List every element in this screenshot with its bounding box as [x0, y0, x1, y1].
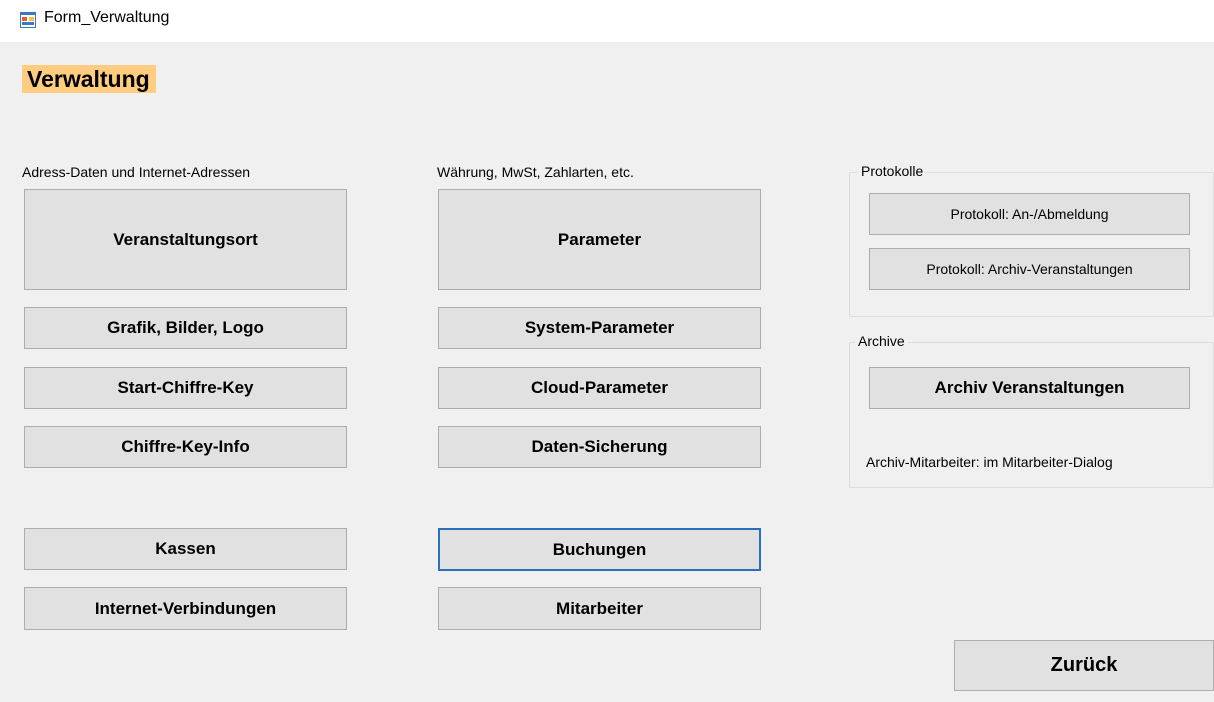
archiv-mitarbeiter-note: Archiv-Mitarbeiter: im Mitarbeiter-Dialo… — [866, 454, 1113, 470]
system-parameter-button[interactable]: System-Parameter — [438, 307, 761, 349]
archiv-veranstaltungen-button[interactable]: Archiv Veranstaltungen — [869, 367, 1190, 409]
daten-sicherung-button[interactable]: Daten-Sicherung — [438, 426, 761, 468]
app-icon — [20, 12, 36, 28]
archive-caption: Archive — [855, 333, 908, 349]
buchungen-button[interactable]: Buchungen — [438, 528, 761, 571]
page-title: Verwaltung — [22, 65, 156, 93]
address-section-label: Adress-Daten und Internet-Adressen — [22, 164, 251, 180]
currency-section-label: Währung, MwSt, Zahlarten, etc. — [437, 164, 634, 180]
protokoll-anmeldung-button[interactable]: Protokoll: An-/Abmeldung — [869, 193, 1190, 235]
chiffre-key-info-button[interactable]: Chiffre-Key-Info — [24, 426, 347, 468]
protokolle-caption: Protokolle — [858, 163, 927, 179]
start-chiffre-key-button[interactable]: Start-Chiffre-Key — [24, 367, 347, 409]
grafik-bilder-logo-button[interactable]: Grafik, Bilder, Logo — [24, 307, 347, 349]
parameter-button[interactable]: Parameter — [438, 189, 761, 290]
internet-verbindungen-button[interactable]: Internet-Verbindungen — [24, 587, 347, 630]
window-titlebar: Form_Verwaltung — [0, 0, 1214, 42]
cloud-parameter-button[interactable]: Cloud-Parameter — [438, 367, 761, 409]
kassen-button[interactable]: Kassen — [24, 528, 347, 570]
window-title: Form_Verwaltung — [44, 9, 170, 26]
back-button[interactable]: Zurück — [954, 640, 1214, 691]
protokoll-archiv-veranstaltungen-button[interactable]: Protokoll: Archiv-Veranstaltungen — [869, 248, 1190, 290]
mitarbeiter-button[interactable]: Mitarbeiter — [438, 587, 761, 630]
veranstaltungsort-button[interactable]: Veranstaltungsort — [24, 189, 347, 290]
